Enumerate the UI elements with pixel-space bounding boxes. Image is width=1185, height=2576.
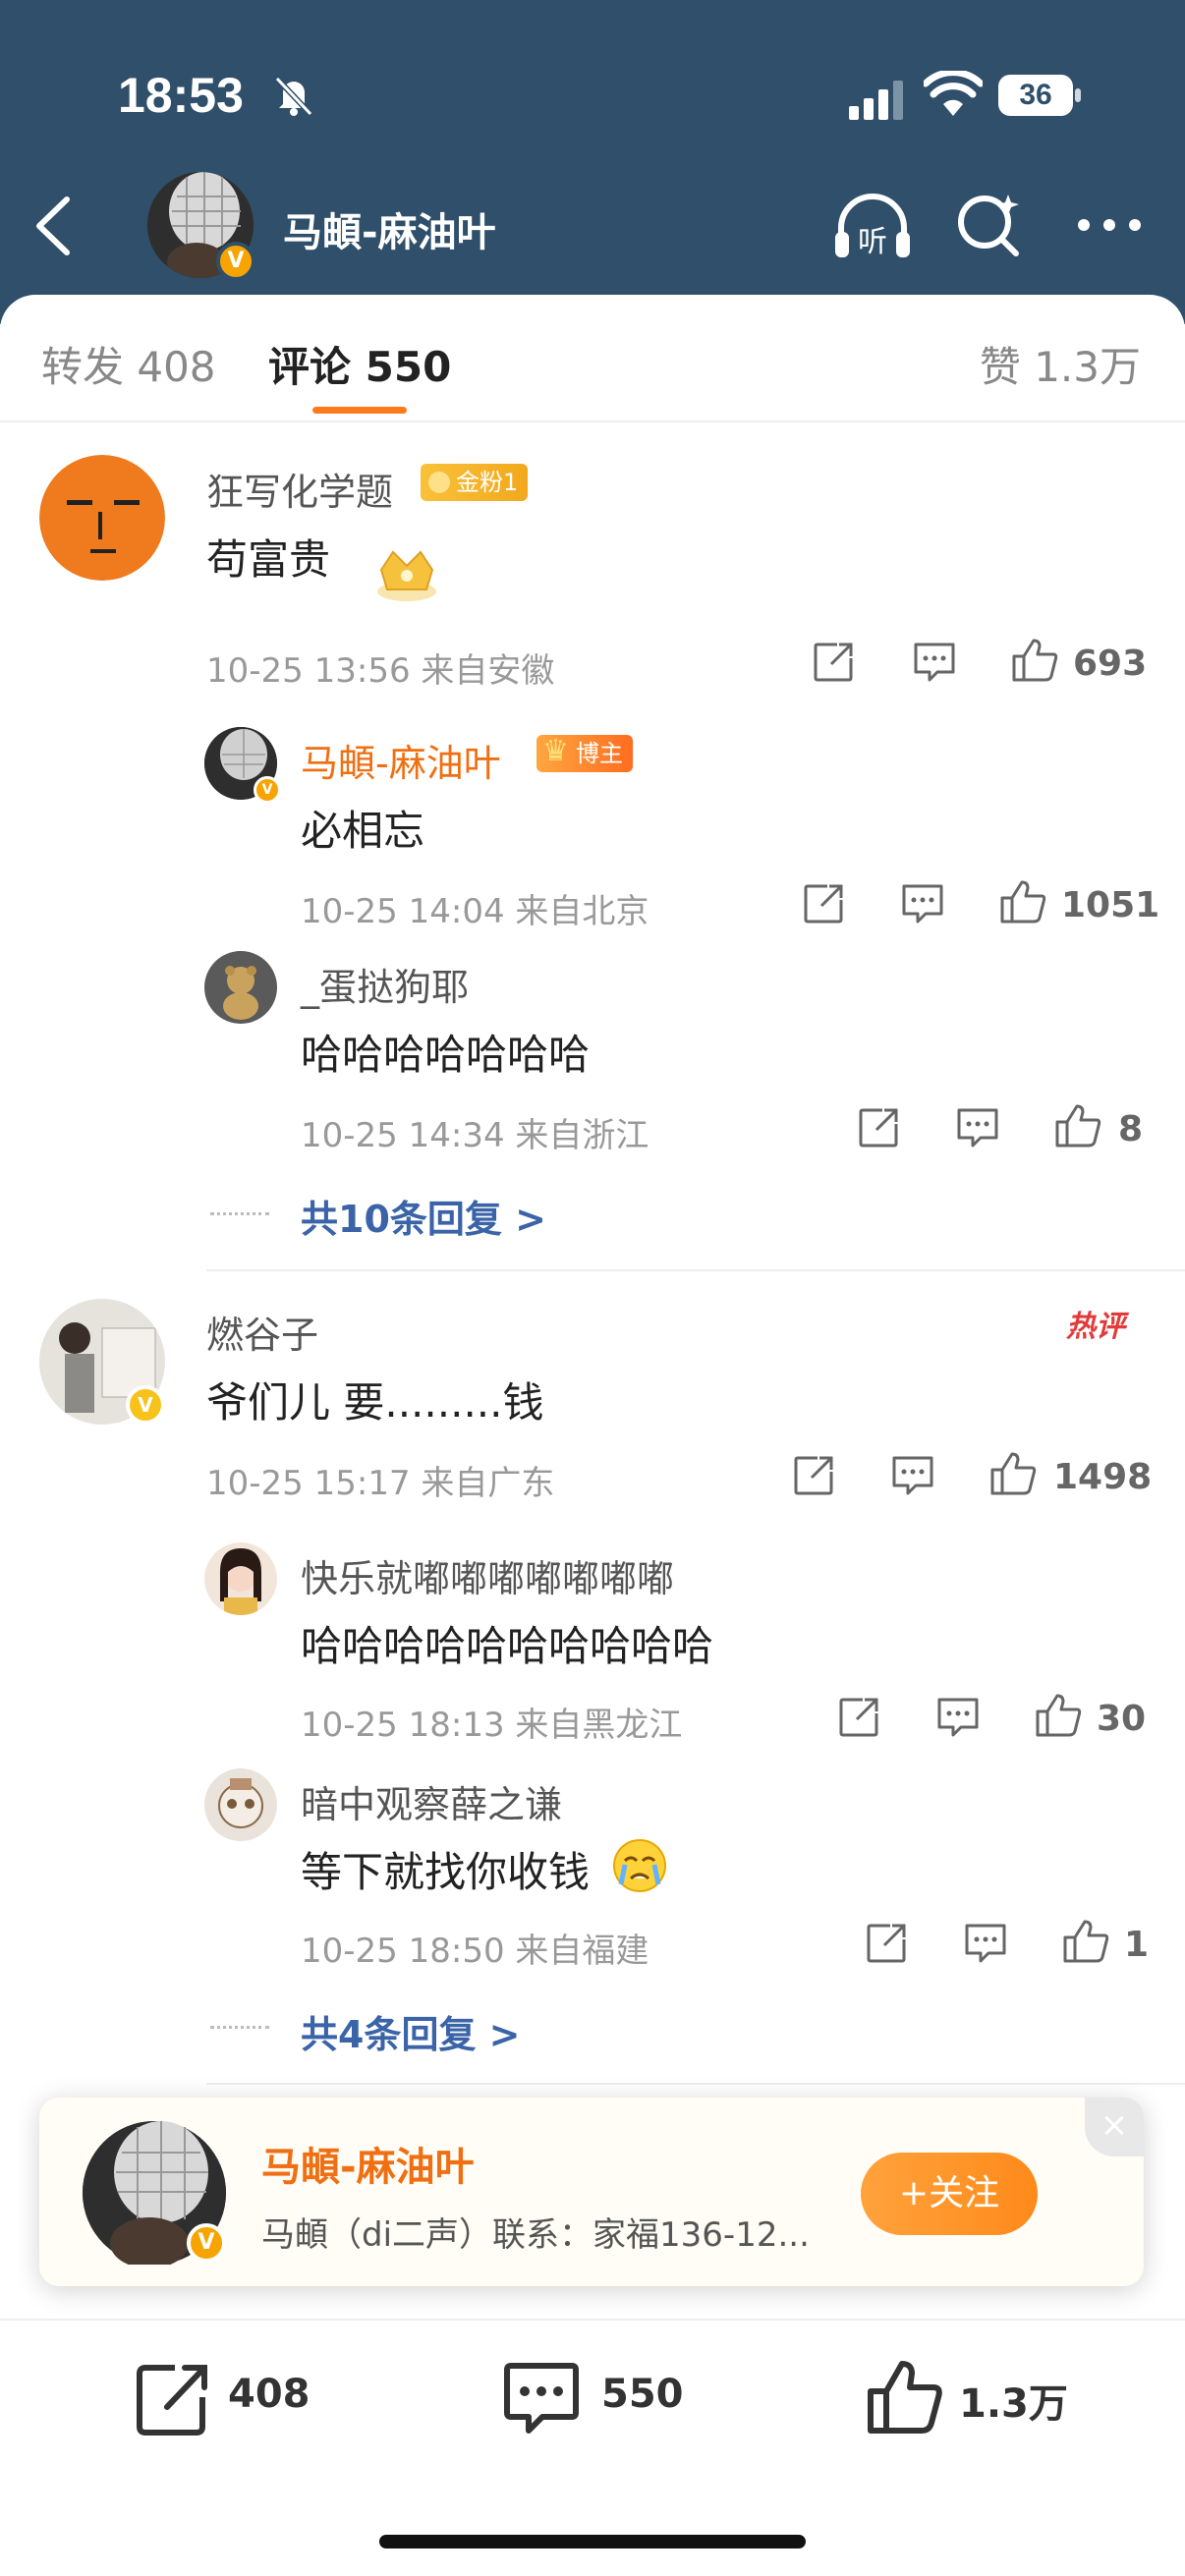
reply-meta: 10-25 14:34 来自浙江 bbox=[301, 1116, 649, 1155]
status-time: 18:53 bbox=[118, 68, 244, 123]
reply-avatar[interactable] bbox=[204, 1542, 277, 1615]
reply-text: 哈哈哈哈哈哈哈 bbox=[301, 1031, 591, 1079]
gold-crown-sticker-icon bbox=[377, 550, 436, 601]
comment-username[interactable]: 燃谷子 bbox=[206, 1305, 318, 1359]
card-author-name[interactable]: 马頔-麻油叶 bbox=[261, 2135, 475, 2192]
top-header bbox=[0, 0, 1185, 324]
battery-level: 36 bbox=[998, 75, 1073, 116]
tab-bar: 转发 408 评论 550 赞 1.3万 bbox=[0, 295, 1185, 422]
tab-comments[interactable]: 评论 550 bbox=[268, 334, 451, 394]
comment-meta: 10-25 13:56 来自安徽 bbox=[206, 651, 555, 691]
comment-meta: 10-25 15:17 来自广东 bbox=[206, 1464, 555, 1503]
crying-emoji-icon bbox=[613, 1839, 666, 1892]
reply-avatar[interactable] bbox=[204, 951, 277, 1024]
wifi-icon bbox=[924, 71, 983, 116]
verified-badge-icon: V bbox=[216, 242, 255, 281]
reply-dots-divider bbox=[210, 1212, 269, 1216]
reply-icon[interactable] bbox=[963, 1922, 1008, 1965]
reply-icon[interactable] bbox=[912, 641, 957, 684]
comment-text: 苟富贵 bbox=[206, 535, 331, 584]
comment-text: 爷们儿 要.........钱 bbox=[206, 1378, 544, 1427]
tab-repost[interactable]: 转发 408 bbox=[41, 334, 216, 394]
reply-icon[interactable] bbox=[955, 1106, 1000, 1149]
reply-icon[interactable] bbox=[935, 1696, 981, 1739]
back-arrow-icon[interactable] bbox=[29, 192, 79, 260]
like-thumb-icon[interactable] bbox=[1010, 637, 1059, 684]
like-count: 8 bbox=[1118, 1109, 1144, 1149]
reply-dots-divider bbox=[210, 2026, 269, 2030]
view-more-replies-link[interactable]: 共4条回复 > bbox=[301, 2004, 521, 2058]
reply-text: 等下就找你收钱 bbox=[301, 1848, 591, 1896]
repost-icon[interactable] bbox=[812, 641, 855, 684]
home-indicator bbox=[379, 2535, 806, 2548]
avatar-image bbox=[39, 455, 165, 581]
like-count: 1051 bbox=[1061, 885, 1160, 925]
like-count: 1498 bbox=[1053, 1457, 1153, 1497]
close-icon[interactable]: × bbox=[1085, 2098, 1144, 2156]
reply-meta: 10-25 18:50 来自福建 bbox=[301, 1932, 649, 1971]
repost-icon[interactable] bbox=[857, 1106, 900, 1149]
search-icon[interactable] bbox=[955, 191, 1024, 259]
avatar-image bbox=[204, 1768, 277, 1841]
reply-icon[interactable] bbox=[890, 1454, 935, 1497]
repost-icon[interactable] bbox=[865, 1922, 908, 1965]
mute-bell-icon bbox=[274, 76, 313, 117]
reply-username[interactable]: 暗中观察薛之谦 bbox=[301, 1774, 562, 1828]
avatar-image bbox=[204, 951, 277, 1024]
vip-badge-icon: V bbox=[126, 1385, 165, 1425]
comment-username[interactable]: 狂写化学题 bbox=[206, 462, 393, 516]
verified-badge-icon: V bbox=[187, 2223, 226, 2263]
battery-indicator: 36 bbox=[998, 75, 1081, 116]
fan-level-badge: 金粉1 bbox=[421, 464, 529, 501]
follow-button[interactable]: +关注 bbox=[861, 2153, 1038, 2235]
comment-avatar[interactable] bbox=[39, 455, 165, 581]
follow-author-card[interactable]: V 马頔-麻油叶 马頔（di二声）联系：家福136-12... +关注 × bbox=[39, 2098, 1144, 2286]
reply-username[interactable]: 快乐就嘟嘟嘟嘟嘟嘟嘟 bbox=[301, 1548, 674, 1602]
tab-likes[interactable]: 赞 1.3万 bbox=[980, 334, 1141, 394]
like-thumb-icon[interactable] bbox=[1034, 1692, 1083, 1739]
like-count[interactable]: 1.3万 bbox=[959, 2372, 1068, 2429]
like-count: 1 bbox=[1124, 1925, 1150, 1965]
reply-meta: 10-25 18:13 来自黑龙江 bbox=[301, 1706, 683, 1745]
more-options-icon[interactable] bbox=[1075, 210, 1144, 240]
like-count: 693 bbox=[1073, 644, 1148, 684]
repost-icon[interactable] bbox=[802, 882, 845, 925]
like-thumb-icon[interactable] bbox=[865, 2358, 943, 2436]
reply-username[interactable]: _蛋挞狗耶 bbox=[301, 957, 469, 1011]
active-tab-indicator bbox=[312, 407, 407, 414]
reply-icon[interactable] bbox=[900, 882, 945, 925]
repost-icon[interactable] bbox=[837, 1696, 880, 1739]
like-thumb-icon[interactable] bbox=[998, 878, 1047, 925]
card-author-description: 马頔（di二声）联系：家福136-12... bbox=[261, 2215, 810, 2255]
listen-headphone-icon[interactable]: 听 bbox=[831, 189, 914, 263]
like-thumb-icon[interactable] bbox=[1053, 1102, 1102, 1149]
cellular-signal-icon bbox=[849, 81, 903, 120]
page-title: 马頔-麻油叶 bbox=[283, 210, 496, 255]
repost-icon[interactable] bbox=[134, 2358, 208, 2436]
comment-icon[interactable] bbox=[503, 2358, 580, 2436]
reply-text: 哈哈哈哈哈哈哈哈哈哈 bbox=[301, 1622, 714, 1670]
svg-text:听: 听 bbox=[858, 225, 887, 259]
like-thumb-icon[interactable] bbox=[1061, 1918, 1110, 1965]
reply-username[interactable]: 马頔-麻油叶 bbox=[301, 733, 501, 787]
reply-meta: 10-25 14:04 来自北京 bbox=[301, 892, 649, 931]
repost-count[interactable]: 408 bbox=[228, 2372, 310, 2417]
view-more-replies-link[interactable]: 共10条回复 > bbox=[301, 1189, 546, 1243]
host-badge: 博主 bbox=[536, 733, 633, 772]
reply-avatar[interactable] bbox=[204, 1768, 277, 1841]
battery-tip bbox=[1075, 88, 1081, 102]
like-thumb-icon[interactable] bbox=[988, 1450, 1038, 1497]
comment-divider bbox=[206, 2083, 1185, 2085]
like-count: 30 bbox=[1097, 1699, 1147, 1739]
hot-comment-tag: 热评 bbox=[1066, 1310, 1125, 1344]
repost-icon[interactable] bbox=[792, 1454, 835, 1497]
comment-divider bbox=[206, 1269, 1185, 1271]
verified-badge-icon: V bbox=[254, 776, 281, 804]
comment-count[interactable]: 550 bbox=[601, 2372, 684, 2417]
avatar-image bbox=[204, 1542, 277, 1615]
reply-text: 必相忘 bbox=[301, 807, 425, 855]
